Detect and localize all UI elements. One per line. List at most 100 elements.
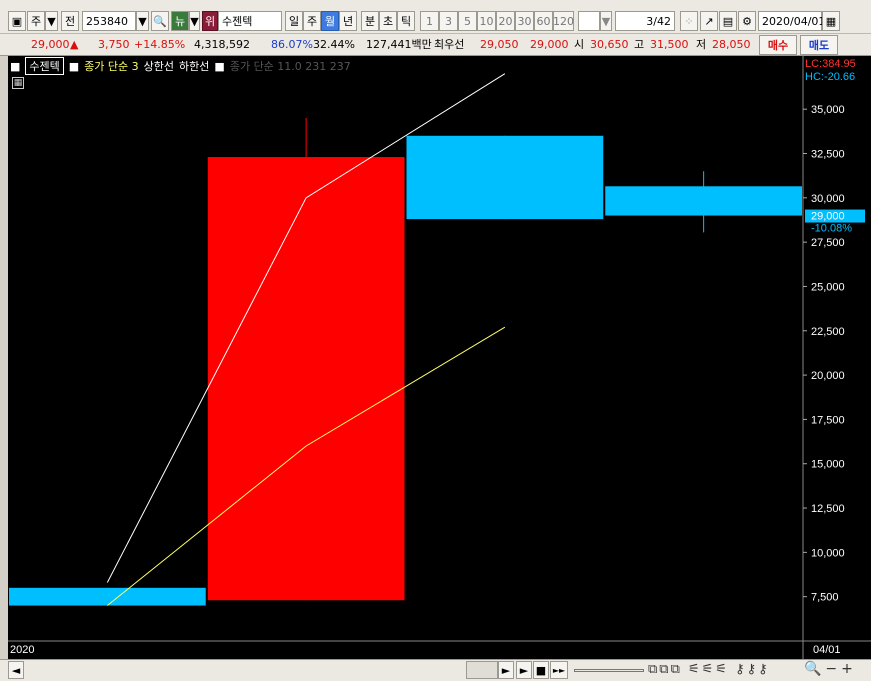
interval-button[interactable]: 1 bbox=[420, 11, 439, 31]
tab-tick[interactable]: 틱 bbox=[397, 11, 415, 31]
hc-label: HC:-20.66 bbox=[805, 71, 855, 83]
scroll-right-button[interactable]: ► bbox=[498, 661, 514, 679]
main-toolbar: ▣ 주 ▼ 전 253840 ▼ 🔍 뉴 ▼ 위 수젠텍 일 주 월 년 분 초… bbox=[0, 0, 871, 34]
up-arrow-icon: ▲ bbox=[70, 38, 79, 51]
drawing-tools[interactable]: ⧉⧉⧉ ⚟⚟⚟ ⚷⚷⚷ bbox=[648, 662, 770, 677]
market-badge: 위 bbox=[202, 11, 218, 31]
chart-add-icon[interactable]: ↗ bbox=[700, 11, 718, 31]
interval-button[interactable]: 60 bbox=[534, 11, 553, 31]
y-tick-label: 32,500 bbox=[811, 149, 845, 161]
y-tick-label: 12,500 bbox=[811, 503, 845, 515]
chevron-down-icon[interactable]: ▼ bbox=[45, 11, 58, 31]
best-label: 최우선 bbox=[434, 38, 465, 51]
price-change: 3,750 bbox=[98, 38, 130, 51]
tab-year[interactable]: 년 bbox=[339, 11, 357, 31]
chevron-down-icon[interactable]: ▼ bbox=[189, 11, 200, 31]
best-ask: 29,050 bbox=[480, 38, 519, 51]
lc-label: LC:384.95 bbox=[805, 58, 856, 70]
low-price: 28,050 bbox=[712, 38, 751, 51]
stock-name-field[interactable]: 수젠텍 bbox=[218, 11, 282, 31]
candle-body bbox=[605, 186, 802, 216]
tab-second[interactable]: 초 bbox=[379, 11, 397, 31]
tab-minute[interactable]: 분 bbox=[361, 11, 379, 31]
interval-button[interactable]: 120 bbox=[553, 11, 574, 31]
page-total: /42 bbox=[653, 14, 671, 28]
period-select[interactable]: 주 bbox=[27, 11, 45, 31]
open-label: 시 bbox=[574, 38, 585, 51]
play-button[interactable]: ► bbox=[516, 661, 532, 679]
high-price: 31,500 bbox=[650, 38, 689, 51]
y-tick-label: 30,000 bbox=[811, 193, 845, 205]
search-icon[interactable]: 🔍 bbox=[151, 11, 169, 31]
price-chart[interactable]: 35,000 32,500 30,000 27,500 25,000 22,500 20,0… bbox=[8, 56, 871, 659]
chart-legend: ■ 수젠텍 ■ 종가 단순 3 상한선 하한선 ■ 종가 단순 11.0 231… bbox=[10, 57, 351, 75]
page-counter[interactable]: 3/42 bbox=[615, 11, 675, 31]
stop-button[interactable]: ■ bbox=[533, 661, 549, 679]
y-tick-label: 25,000 bbox=[811, 281, 845, 293]
scrollbar-thumb[interactable] bbox=[466, 661, 498, 679]
interval-button[interactable]: 30 bbox=[515, 11, 534, 31]
gear-icon[interactable]: ⚙ bbox=[738, 11, 756, 31]
y-tick-label: 17,500 bbox=[811, 414, 845, 426]
candle-body bbox=[9, 587, 206, 606]
y-tick-label: 35,000 bbox=[811, 104, 845, 116]
candlestick-chart: 35,000 32,500 30,000 27,500 25,000 22,500 20,0… bbox=[8, 56, 871, 659]
y-tick-label: 20,000 bbox=[811, 370, 845, 382]
grid-toggle-icon[interactable]: ▦ bbox=[12, 77, 24, 89]
quote-bar: 29,000 ▲ 3,750 +14.85% 4,318,592 86.07% … bbox=[0, 34, 871, 56]
buy-button[interactable]: 매수 bbox=[759, 35, 797, 55]
scroll-left-button[interactable]: ◄ bbox=[8, 661, 24, 679]
chevron-down-icon[interactable]: ▼ bbox=[600, 11, 612, 31]
tab-month[interactable]: 월 bbox=[321, 11, 339, 31]
current-price-label: 29,000 bbox=[811, 211, 845, 223]
legend-volume-ma[interactable]: 종가 단순 11.0 231 237 bbox=[230, 58, 351, 74]
page-value: 3 bbox=[646, 14, 654, 28]
y-tick-label: 10,000 bbox=[811, 547, 845, 559]
candle-body bbox=[207, 157, 405, 601]
tab-week[interactable]: 주 bbox=[303, 11, 321, 31]
bottom-toolbar: ◄ ► ► ■ ►► ⧉⧉⧉ ⚟⚟⚟ ⚷⚷⚷ 🔍−+ bbox=[0, 659, 871, 681]
save-icon[interactable]: ▤ bbox=[719, 11, 737, 31]
best-bid: 29,000 bbox=[530, 38, 569, 51]
sell-button[interactable]: 매도 bbox=[800, 35, 838, 55]
chevron-down-icon[interactable]: ▼ bbox=[136, 11, 149, 31]
calendar-icon[interactable]: ▦ bbox=[822, 11, 840, 31]
fast-forward-button[interactable]: ►► bbox=[550, 661, 568, 679]
x-tick-label: 2020 bbox=[10, 644, 34, 656]
legend-ma[interactable]: 종가 단순 3 bbox=[84, 58, 138, 74]
high-label: 고 bbox=[634, 38, 645, 51]
turnover-b: 32.44% bbox=[313, 38, 355, 51]
y-tick-label: 7,500 bbox=[811, 592, 839, 604]
volume: 4,318,592 bbox=[194, 38, 250, 51]
current-price: 29,000 bbox=[31, 38, 70, 51]
legend-upper[interactable]: 상한선 bbox=[144, 58, 174, 74]
current-pct-label: -10.08% bbox=[811, 223, 852, 235]
zoom-slider[interactable] bbox=[574, 669, 644, 672]
change-percent: +14.85% bbox=[134, 38, 186, 51]
x-tick-label: 04/01 bbox=[813, 644, 841, 656]
legend-marker-icon: ■ bbox=[10, 59, 21, 73]
grid-icon[interactable]: ⁘ bbox=[680, 11, 698, 31]
interval-button[interactable]: 20 bbox=[496, 11, 515, 31]
zoom-controls[interactable]: 🔍−+ bbox=[804, 661, 857, 677]
date-field[interactable]: 2020/04/01 bbox=[758, 11, 825, 31]
tab-day[interactable]: 일 bbox=[285, 11, 303, 31]
legend-lower[interactable]: 하한선 bbox=[179, 58, 209, 74]
category-button[interactable]: 뉴 bbox=[171, 11, 189, 31]
low-label: 저 bbox=[696, 38, 707, 51]
legend-marker-icon: ■ bbox=[68, 59, 80, 73]
window-icon[interactable]: ▣ bbox=[8, 11, 26, 31]
prev-button[interactable]: 전 bbox=[61, 11, 79, 31]
stock-code-input[interactable]: 253840 bbox=[82, 11, 136, 31]
interval-button[interactable]: 3 bbox=[439, 11, 458, 31]
y-tick-label: 27,500 bbox=[811, 237, 845, 249]
turnover-a: 86.07% bbox=[271, 38, 313, 51]
y-tick-label: 15,000 bbox=[811, 459, 845, 471]
interval-input[interactable] bbox=[578, 11, 600, 31]
interval-button[interactable]: 5 bbox=[458, 11, 477, 31]
legend-stock-name[interactable]: 수젠텍 bbox=[25, 57, 64, 75]
interval-button[interactable]: 10 bbox=[477, 11, 496, 31]
open-price: 30,650 bbox=[590, 38, 629, 51]
y-tick-label: 22,500 bbox=[811, 326, 845, 338]
candle-body bbox=[406, 135, 604, 220]
